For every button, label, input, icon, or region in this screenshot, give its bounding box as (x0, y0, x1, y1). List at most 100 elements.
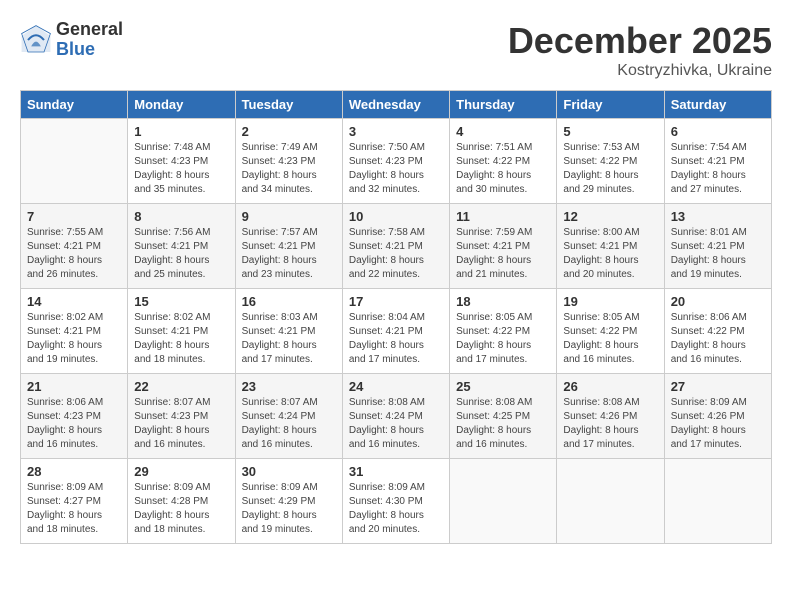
weekday-header: Sunday (21, 91, 128, 119)
day-number: 6 (671, 124, 765, 139)
day-number: 28 (27, 464, 121, 479)
calendar-table: SundayMondayTuesdayWednesdayThursdayFrid… (20, 90, 772, 544)
calendar-week-row: 1 Sunrise: 7:48 AMSunset: 4:23 PMDaylight… (21, 119, 772, 204)
day-number: 18 (456, 294, 550, 309)
weekday-header: Thursday (450, 91, 557, 119)
calendar-week-row: 21 Sunrise: 8:06 AMSunset: 4:23 PMDayligh… (21, 374, 772, 459)
calendar-cell (664, 459, 771, 544)
day-info: Sunrise: 7:55 AMSunset: 4:21 PMDaylight:… (27, 226, 121, 282)
day-number: 3 (349, 124, 443, 139)
day-number: 23 (242, 379, 336, 394)
day-info: Sunrise: 8:02 AMSunset: 4:21 PMDaylight:… (134, 311, 228, 367)
day-number: 2 (242, 124, 336, 139)
day-info: Sunrise: 8:07 AMSunset: 4:24 PMDaylight:… (242, 396, 336, 452)
weekday-row: SundayMondayTuesdayWednesdayThursdayFrid… (21, 91, 772, 119)
weekday-header: Saturday (664, 91, 771, 119)
calendar-cell: 9Sunrise: 7:57 AMSunset: 4:21 PMDaylight… (235, 204, 342, 289)
day-number: 24 (349, 379, 443, 394)
day-info: Sunrise: 7:50 AMSunset: 4:23 PMDaylight:… (349, 141, 443, 197)
logo-blue-text: Blue (56, 39, 95, 59)
day-number: 4 (456, 124, 550, 139)
calendar-cell: 8Sunrise: 7:56 AMSunset: 4:21 PMDaylight… (128, 204, 235, 289)
month-title: December 2025 (508, 20, 772, 62)
calendar-cell: 16Sunrise: 8:03 AMSunset: 4:21 PMDayligh… (235, 289, 342, 374)
day-number: 11 (456, 209, 550, 224)
calendar-week-row: 14 Sunrise: 8:02 AMSunset: 4:21 PMDayligh… (21, 289, 772, 374)
day-number: 21 (27, 379, 121, 394)
calendar-cell: 2 Sunrise: 7:49 AMSunset: 4:23 PMDaylight… (235, 119, 342, 204)
calendar-cell: 5 Sunrise: 7:53 AMSunset: 4:22 PMDaylight… (557, 119, 664, 204)
weekday-header: Friday (557, 91, 664, 119)
day-number: 1 (134, 124, 228, 139)
calendar-cell: 1 Sunrise: 7:48 AMSunset: 4:23 PMDaylight… (128, 119, 235, 204)
calendar-cell (450, 459, 557, 544)
day-info: Sunrise: 8:02 AMSunset: 4:21 PMDaylight:… (27, 311, 121, 367)
calendar-cell: 23 Sunrise: 8:07 AMSunset: 4:24 PMDayligh… (235, 374, 342, 459)
day-info: Sunrise: 8:05 AMSunset: 4:22 PMDaylight:… (563, 311, 657, 367)
calendar-cell: 18 Sunrise: 8:05 AMSunset: 4:22 PMDayligh… (450, 289, 557, 374)
calendar-cell: 6Sunrise: 7:54 AMSunset: 4:21 PMDaylight… (664, 119, 771, 204)
calendar-cell: 22Sunrise: 8:07 AMSunset: 4:23 PMDayligh… (128, 374, 235, 459)
day-info: Sunrise: 7:51 AMSunset: 4:22 PMDaylight:… (456, 141, 550, 197)
location-subtitle: Kostryzhivka, Ukraine (508, 62, 772, 80)
day-info: Sunrise: 7:59 AMSunset: 4:21 PMDaylight:… (456, 226, 550, 282)
calendar-cell: 11 Sunrise: 7:59 AMSunset: 4:21 PMDayligh… (450, 204, 557, 289)
calendar-cell: 12Sunrise: 8:00 AMSunset: 4:21 PMDayligh… (557, 204, 664, 289)
day-info: Sunrise: 8:08 AMSunset: 4:24 PMDaylight:… (349, 396, 443, 452)
calendar-cell: 30 Sunrise: 8:09 AMSunset: 4:29 PMDayligh… (235, 459, 342, 544)
day-number: 13 (671, 209, 765, 224)
day-info: Sunrise: 7:53 AMSunset: 4:22 PMDaylight:… (563, 141, 657, 197)
day-info: Sunrise: 8:09 AMSunset: 4:26 PMDaylight:… (671, 396, 765, 452)
day-info: Sunrise: 7:58 AMSunset: 4:21 PMDaylight:… (349, 226, 443, 282)
weekday-header: Tuesday (235, 91, 342, 119)
day-info: Sunrise: 8:09 AMSunset: 4:29 PMDaylight:… (242, 481, 336, 537)
day-info: Sunrise: 8:09 AMSunset: 4:30 PMDaylight:… (349, 481, 443, 537)
calendar-cell: 27 Sunrise: 8:09 AMSunset: 4:26 PMDayligh… (664, 374, 771, 459)
calendar-cell: 31 Sunrise: 8:09 AMSunset: 4:30 PMDayligh… (342, 459, 449, 544)
calendar-cell: 25Sunrise: 8:08 AMSunset: 4:25 PMDayligh… (450, 374, 557, 459)
day-info: Sunrise: 8:09 AMSunset: 4:28 PMDaylight:… (134, 481, 228, 537)
calendar-cell: 17 Sunrise: 8:04 AMSunset: 4:21 PMDayligh… (342, 289, 449, 374)
day-info: Sunrise: 8:01 AMSunset: 4:21 PMDaylight:… (671, 226, 765, 282)
calendar-cell: 20Sunrise: 8:06 AMSunset: 4:22 PMDayligh… (664, 289, 771, 374)
day-number: 31 (349, 464, 443, 479)
calendar-cell (21, 119, 128, 204)
day-info: Sunrise: 8:08 AMSunset: 4:26 PMDaylight:… (563, 396, 657, 452)
day-number: 16 (242, 294, 336, 309)
title-block: December 2025 Kostryzhivka, Ukraine (508, 20, 772, 80)
day-info: Sunrise: 8:04 AMSunset: 4:21 PMDaylight:… (349, 311, 443, 367)
calendar-header: SundayMondayTuesdayWednesdayThursdayFrid… (21, 91, 772, 119)
day-info: Sunrise: 8:00 AMSunset: 4:21 PMDaylight:… (563, 226, 657, 282)
calendar-cell: 19 Sunrise: 8:05 AMSunset: 4:22 PMDayligh… (557, 289, 664, 374)
logo-text: General Blue (56, 20, 123, 60)
day-number: 27 (671, 379, 765, 394)
day-number: 14 (27, 294, 121, 309)
calendar-cell: 7Sunrise: 7:55 AMSunset: 4:21 PMDaylight… (21, 204, 128, 289)
calendar-cell: 26Sunrise: 8:08 AMSunset: 4:26 PMDayligh… (557, 374, 664, 459)
calendar-cell: 4 Sunrise: 7:51 AMSunset: 4:22 PMDaylight… (450, 119, 557, 204)
day-info: Sunrise: 7:56 AMSunset: 4:21 PMDaylight:… (134, 226, 228, 282)
day-info: Sunrise: 7:49 AMSunset: 4:23 PMDaylight:… (242, 141, 336, 197)
day-number: 15 (134, 294, 228, 309)
day-number: 9 (242, 209, 336, 224)
calendar-cell: 29 Sunrise: 8:09 AMSunset: 4:28 PMDayligh… (128, 459, 235, 544)
calendar-cell: 21 Sunrise: 8:06 AMSunset: 4:23 PMDayligh… (21, 374, 128, 459)
day-number: 17 (349, 294, 443, 309)
calendar-cell: 28Sunrise: 8:09 AMSunset: 4:27 PMDayligh… (21, 459, 128, 544)
day-number: 5 (563, 124, 657, 139)
calendar-cell: 3 Sunrise: 7:50 AMSunset: 4:23 PMDaylight… (342, 119, 449, 204)
weekday-header: Monday (128, 91, 235, 119)
day-info: Sunrise: 8:06 AMSunset: 4:23 PMDaylight:… (27, 396, 121, 452)
day-number: 30 (242, 464, 336, 479)
weekday-header: Wednesday (342, 91, 449, 119)
calendar-cell: 13 Sunrise: 8:01 AMSunset: 4:21 PMDayligh… (664, 204, 771, 289)
day-number: 19 (563, 294, 657, 309)
logo-general-text: General (56, 19, 123, 39)
calendar-body: 1 Sunrise: 7:48 AMSunset: 4:23 PMDaylight… (21, 119, 772, 544)
calendar-cell: 10 Sunrise: 7:58 AMSunset: 4:21 PMDayligh… (342, 204, 449, 289)
day-info: Sunrise: 7:48 AMSunset: 4:23 PMDaylight:… (134, 141, 228, 197)
day-number: 29 (134, 464, 228, 479)
day-number: 20 (671, 294, 765, 309)
day-info: Sunrise: 8:05 AMSunset: 4:22 PMDaylight:… (456, 311, 550, 367)
day-number: 10 (349, 209, 443, 224)
